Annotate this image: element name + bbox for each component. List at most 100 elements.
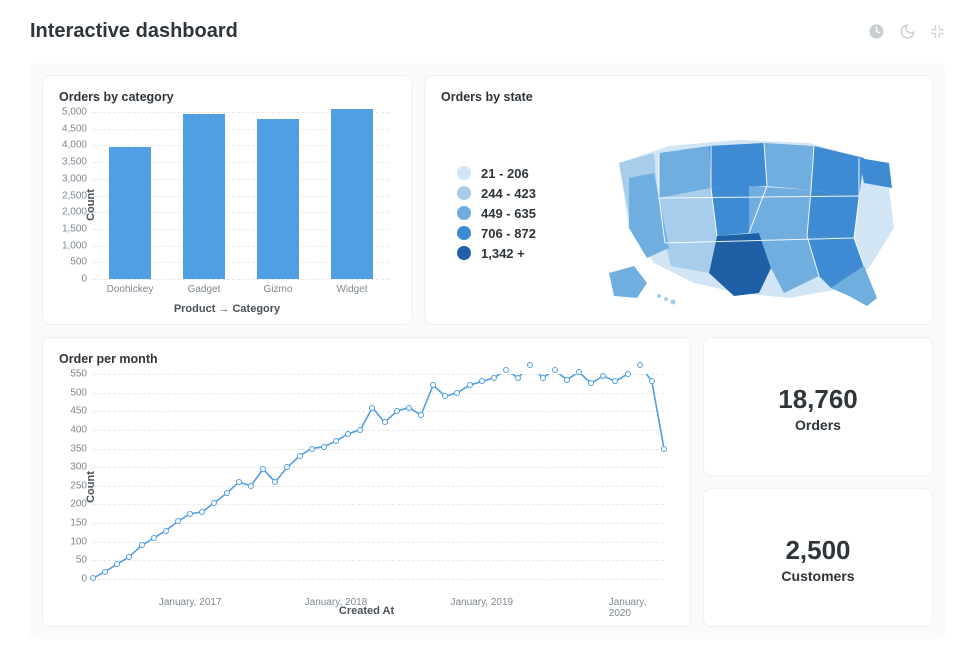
line-ytick: 350 — [70, 443, 87, 454]
card-title: Orders by category — [59, 90, 395, 104]
line-ytick: 450 — [70, 406, 87, 417]
line-ytick: 250 — [70, 480, 87, 491]
fullscreen-exit-icon[interactable] — [930, 24, 945, 39]
legend-row: 706 - 872 — [457, 226, 591, 241]
line-point[interactable] — [297, 453, 303, 459]
line-point[interactable] — [625, 371, 631, 377]
line-point[interactable] — [467, 382, 473, 388]
line-ytick: 500 — [70, 387, 87, 398]
bar[interactable] — [331, 109, 374, 279]
line-point[interactable] — [503, 367, 509, 373]
legend-label: 1,342 + — [481, 246, 525, 261]
card-orders-by-category[interactable]: Orders by category Count 05001,0001,5002… — [42, 75, 412, 325]
line-xtick: January, 2017 — [159, 597, 222, 608]
bar-ytick: 2,000 — [62, 207, 87, 218]
bar[interactable] — [257, 119, 300, 279]
bar-xtick: Widget — [315, 284, 389, 295]
legend-label: 706 - 872 — [481, 226, 536, 241]
legend-label: 21 - 206 — [481, 166, 529, 181]
line-point[interactable] — [491, 375, 497, 381]
card-orders-by-state[interactable]: Orders by state 21 - 206 244 - 423 449 - 6… — [424, 75, 933, 325]
line-ytick: 400 — [70, 424, 87, 435]
line-point[interactable] — [163, 528, 169, 534]
legend-swatch — [457, 226, 471, 240]
line-point[interactable] — [151, 535, 157, 541]
line-ytick: 300 — [70, 462, 87, 473]
bar-ytick: 500 — [70, 257, 87, 268]
bar-ytick: 1,500 — [62, 223, 87, 234]
kpi-value: 18,760 — [778, 384, 858, 415]
line-point[interactable] — [540, 375, 546, 381]
line-ytick: 550 — [70, 369, 87, 380]
card-kpi-orders[interactable]: 18,760 Orders — [703, 337, 933, 476]
bar-ytick: 4,000 — [62, 140, 87, 151]
line-point[interactable] — [248, 483, 254, 489]
line-point[interactable] — [236, 479, 242, 485]
line-point[interactable] — [224, 490, 230, 496]
line-point[interactable] — [321, 444, 327, 450]
line-point[interactable] — [564, 377, 570, 383]
page-title: Interactive dashboard — [30, 20, 238, 43]
line-point[interactable] — [369, 405, 375, 411]
line-point[interactable] — [661, 446, 667, 452]
moon-icon[interactable] — [899, 23, 916, 40]
line-xtick: January, 2019 — [450, 597, 513, 608]
dashboard-body: Orders by category Count 05001,0001,5002… — [30, 63, 945, 639]
legend-swatch — [457, 186, 471, 200]
legend-row: 449 - 635 — [457, 206, 591, 221]
card-title: Order per month — [59, 352, 674, 366]
line-point[interactable] — [394, 408, 400, 414]
bar-ytick: 1,000 — [62, 240, 87, 251]
bar-ytick: 4,500 — [62, 123, 87, 134]
kpi-value: 2,500 — [785, 535, 850, 566]
bar-xtick: Gizmo — [241, 284, 315, 295]
header-actions — [868, 23, 945, 40]
legend-label: 449 - 635 — [481, 206, 536, 221]
legend-row: 21 - 206 — [457, 166, 591, 181]
bar[interactable] — [109, 147, 152, 279]
legend-row: 244 - 423 — [457, 186, 591, 201]
line-ytick: 200 — [70, 499, 87, 510]
map-legend: 21 - 206 244 - 423 449 - 635 706 - 872 1,342… — [441, 161, 591, 266]
line-point[interactable] — [637, 362, 643, 368]
usa-map — [591, 118, 916, 308]
kpi-label: Customers — [781, 568, 854, 584]
card-order-per-month[interactable]: Order per month Count 050100150200250300… — [42, 337, 691, 627]
bar-xtick: Doohickey — [93, 284, 167, 295]
card-title: Orders by state — [441, 90, 916, 104]
line-point[interactable] — [309, 446, 315, 452]
legend-swatch — [457, 206, 471, 220]
line-ytick: 150 — [70, 518, 87, 529]
line-xtick: January, 2018 — [305, 597, 368, 608]
line-chart-plot: 050100150200250300350400450500550 — [93, 374, 664, 579]
kpi-label: Orders — [795, 417, 841, 433]
card-kpi-customers[interactable]: 2,500 Customers — [703, 488, 933, 627]
line-point[interactable] — [102, 569, 108, 575]
bar-ytick: 3,500 — [62, 157, 87, 168]
bar-x-axis-label: Product → Category — [59, 303, 395, 315]
line-point[interactable] — [333, 438, 339, 444]
line-point[interactable] — [527, 362, 533, 368]
legend-swatch — [457, 246, 471, 260]
bar-ytick: 5,000 — [62, 107, 87, 118]
bar-chart-plot: 05001,0001,5002,0002,5003,0003,5004,0004… — [93, 112, 389, 279]
bar-ytick: 0 — [81, 274, 87, 285]
legend-swatch — [457, 166, 471, 180]
line-ytick: 0 — [81, 574, 87, 585]
line-point[interactable] — [406, 405, 412, 411]
line-ytick: 50 — [76, 555, 87, 566]
line-point[interactable] — [515, 375, 521, 381]
line-point[interactable] — [345, 431, 351, 437]
bar-ytick: 3,000 — [62, 173, 87, 184]
line-point[interactable] — [418, 412, 424, 418]
line-xtick: January, 2020 — [609, 597, 647, 619]
legend-label: 244 - 423 — [481, 186, 536, 201]
legend-row: 1,342 + — [457, 246, 591, 261]
clock-icon[interactable] — [868, 23, 885, 40]
line-point[interactable] — [552, 367, 558, 373]
line-ytick: 100 — [70, 536, 87, 547]
bar[interactable] — [183, 114, 226, 279]
line-point[interactable] — [90, 575, 96, 581]
bar-xtick: Gadget — [167, 284, 241, 295]
line-point[interactable] — [187, 511, 193, 517]
